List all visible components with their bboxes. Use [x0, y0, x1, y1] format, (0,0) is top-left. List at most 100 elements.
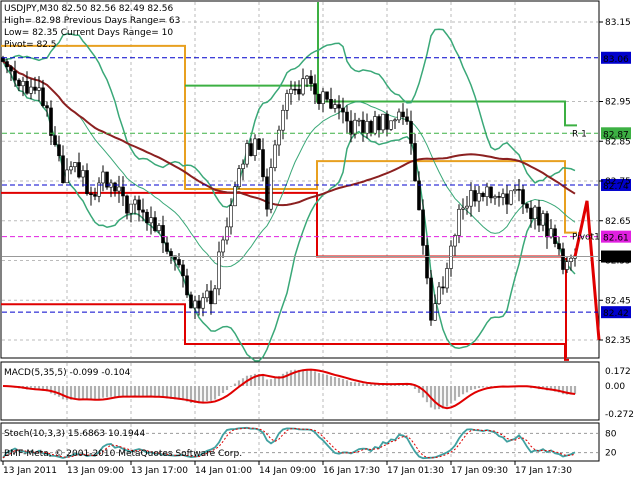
candle-body — [357, 119, 361, 122]
candle-body — [189, 294, 193, 309]
candle-body — [41, 87, 45, 106]
header-pivot: Pivot= 82.5 — [4, 40, 57, 50]
header-high: High= 82.98 Previous Days Range= 63 — [4, 16, 180, 26]
candle-body — [321, 91, 325, 104]
candle-body — [505, 193, 509, 205]
time-label: 13 Jan 2011 — [3, 466, 57, 476]
time-label: 14 Jan 01:00 — [195, 466, 252, 476]
candle-body — [501, 193, 505, 198]
macd-tick-label: -0.272 — [605, 410, 634, 420]
candle-body — [305, 75, 309, 80]
candle-body — [65, 169, 69, 184]
candle-body — [169, 251, 173, 257]
header-low: Low= 82.35 Current Days Range= 10 — [4, 28, 173, 38]
time-label: 13 Jan 09:00 — [67, 466, 124, 476]
candle-body — [325, 91, 329, 100]
candle-body — [281, 109, 285, 131]
candle-body — [349, 120, 353, 135]
candle-body — [377, 116, 381, 131]
candle-body — [489, 186, 493, 199]
candle-body — [457, 208, 461, 236]
time-label: 17 Jan 01:30 — [387, 466, 444, 476]
candle-body — [413, 143, 417, 182]
resistance-line — [185, 84, 577, 127]
price-label: 82.85 — [605, 137, 631, 147]
candle-body — [541, 213, 545, 226]
candle-body — [361, 119, 365, 134]
bollinger-middle-band — [2, 61, 576, 268]
candle-body — [313, 83, 317, 95]
candle-body — [93, 194, 97, 197]
candle-body — [301, 78, 305, 95]
candle-body — [309, 75, 313, 84]
candle-body — [9, 66, 13, 72]
forecast-arrow — [573, 200, 601, 341]
candle-body — [345, 111, 349, 122]
candle-body — [141, 209, 145, 213]
candle-body — [229, 205, 233, 228]
candle-body — [209, 290, 213, 305]
candle-body — [337, 104, 341, 109]
candle-body — [13, 70, 17, 81]
time-label: 13 Jan 17:00 — [131, 466, 188, 476]
candle-body — [5, 61, 9, 68]
candle-body — [317, 93, 321, 104]
candle-body — [257, 138, 261, 150]
candle-body — [465, 205, 469, 209]
candle-body — [157, 225, 161, 231]
candle-body — [221, 239, 225, 253]
candle-body — [17, 79, 21, 87]
candle-body — [545, 213, 549, 238]
candle-body — [261, 149, 265, 178]
time-label: 17 Jan 09:30 — [451, 466, 508, 476]
candle-body — [85, 170, 89, 195]
candle-body — [161, 225, 165, 244]
candle-body — [293, 88, 297, 91]
candle-body — [133, 199, 137, 205]
candle-body — [469, 190, 473, 207]
level-price-label: 82.61 — [603, 234, 629, 244]
candle-body — [437, 286, 441, 305]
stoch-label: Stoch(10,3,3) 15.6863 10.1944 — [4, 429, 145, 439]
candle-body — [333, 104, 337, 109]
candle-body — [181, 264, 185, 277]
candle-body — [29, 86, 33, 94]
candle-body — [177, 259, 181, 266]
candle-body — [213, 288, 217, 305]
price-label: 83.15 — [605, 18, 631, 28]
candle-body — [73, 162, 77, 168]
candle-body — [81, 170, 85, 178]
candle-body — [53, 135, 57, 145]
candle-body — [237, 168, 241, 187]
candle-body — [421, 209, 425, 246]
candle-body — [89, 193, 93, 196]
level-tag: Pivot1 — [572, 233, 600, 243]
candle-body — [513, 189, 517, 192]
level-price-label: 82.42 — [603, 309, 629, 319]
level-price-label: 83.06 — [603, 55, 629, 65]
price-label: 82.65 — [605, 217, 631, 227]
price-label: 82.95 — [605, 98, 631, 108]
candle-body — [289, 88, 293, 94]
candle-body — [509, 190, 513, 205]
candle-body — [341, 107, 345, 113]
candle-body — [165, 242, 169, 252]
candle-body — [241, 163, 245, 169]
candle-body — [353, 119, 357, 135]
candle-body — [549, 228, 553, 238]
candle-body — [381, 113, 385, 131]
candle-body — [405, 116, 409, 122]
candle-body — [393, 119, 397, 122]
candle-body — [461, 207, 465, 210]
candle-body — [365, 121, 369, 134]
candle-body — [473, 190, 477, 202]
candle-body — [217, 251, 221, 290]
candle-body — [101, 171, 105, 184]
candle-body — [269, 167, 273, 210]
candle-body — [113, 182, 117, 192]
candle-body — [61, 155, 65, 184]
candle-body — [265, 176, 269, 210]
stoch-tick-label: 20 — [605, 449, 617, 459]
price-chart[interactable]: 83.06R 1 82.8782.74Pivot1 82.6182.5682.42 … — [0, 0, 640, 480]
candle-body — [533, 206, 537, 219]
